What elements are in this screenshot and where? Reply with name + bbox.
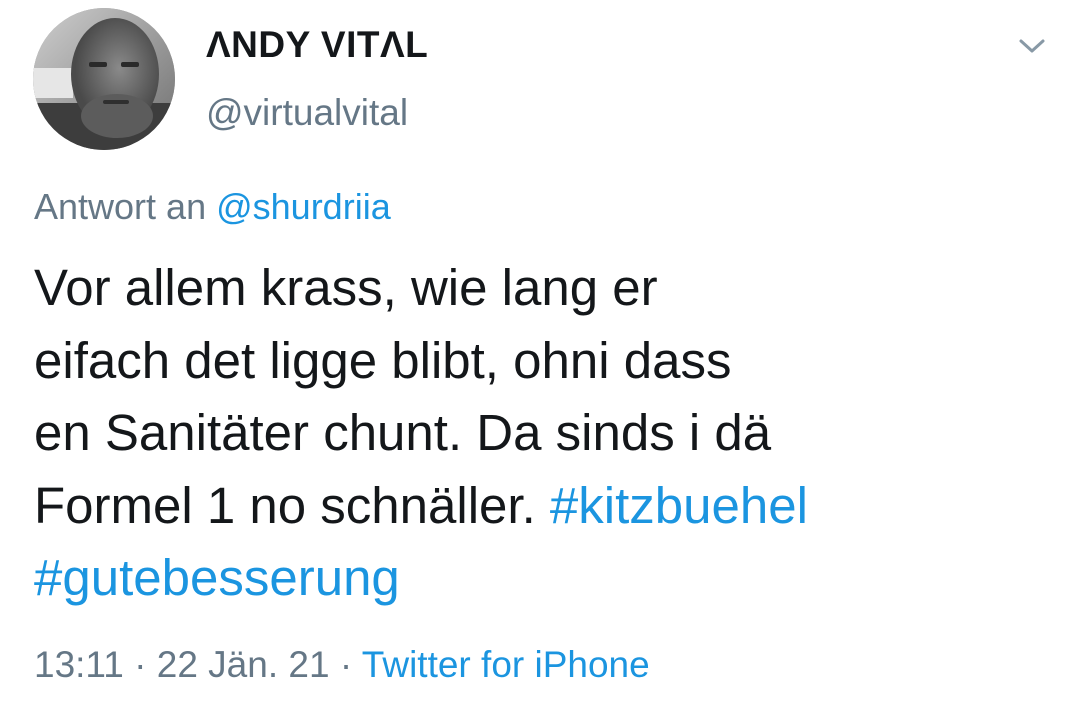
tweet-text-line: en Sanitäter chunt. Da sinds i dä	[34, 404, 772, 461]
tweet-text: Vor allem krass, wie lang er eifach det …	[34, 252, 1034, 615]
tweet-text-line-with-hashtag: Formel 1 no schnäller. #kitzbuehel	[34, 470, 1034, 543]
avatar-image	[33, 8, 175, 150]
chevron-down-icon	[1019, 39, 1045, 53]
tweet-meta: 13:11 · 22 Jän. 21 · Twitter for iPhone	[34, 644, 650, 686]
meta-separator: ·	[134, 644, 147, 685]
hashtag-link-gutebesserung[interactable]: #gutebesserung	[34, 549, 400, 606]
tweet-card: ΛNDY VITΛL @virtualvital Antwort an @shu…	[0, 0, 1080, 702]
reply-context: Antwort an @shurdriia	[34, 186, 391, 228]
avatar[interactable]	[33, 8, 175, 150]
author-display-name[interactable]: ΛNDY VITΛL	[206, 24, 428, 66]
tweet-source-link[interactable]: Twitter for iPhone	[362, 644, 650, 685]
meta-separator: ·	[339, 644, 353, 685]
hashtag-link-kitzbuehel[interactable]: #kitzbuehel	[550, 477, 808, 534]
tweet-text-line: Vor allem krass, wie lang er	[34, 259, 658, 316]
author-handle[interactable]: @virtualvital	[206, 92, 408, 134]
reply-prefix: Antwort an	[34, 186, 207, 227]
tweet-time[interactable]: 13:11	[34, 644, 124, 685]
reply-mention-link[interactable]: @shurdriia	[216, 186, 391, 227]
tweet-text-line: #gutebesserung	[34, 542, 1034, 615]
tweet-text-line: eifach det ligge blibt, ohni dass	[34, 331, 732, 389]
tweet-date[interactable]: 22 Jän. 21	[157, 644, 330, 685]
tweet-menu-button[interactable]	[1010, 26, 1054, 66]
tweet-text-fragment: Formel 1 no schnäller.	[34, 476, 536, 534]
